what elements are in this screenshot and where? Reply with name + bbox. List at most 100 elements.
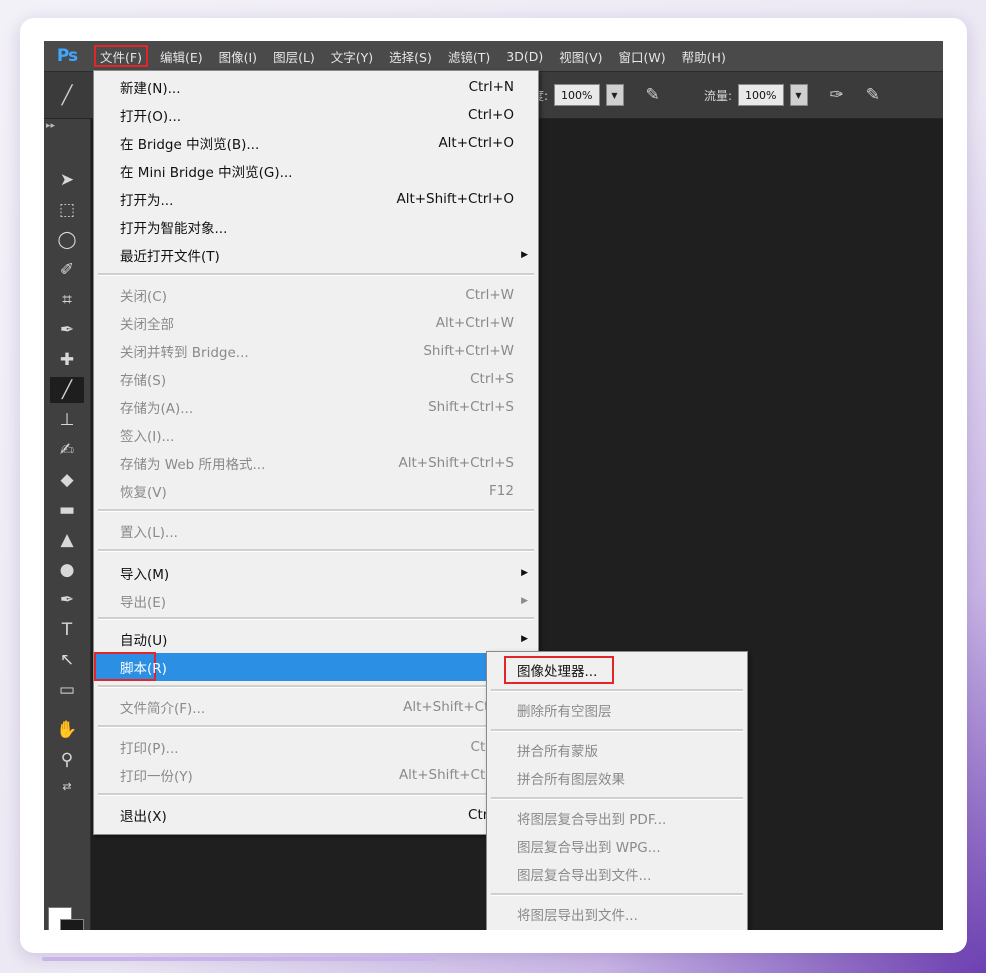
dodge-tool-icon[interactable]: ● [50, 557, 84, 583]
menu-filter[interactable]: 滤镜(T) [440, 41, 498, 71]
submenu-item-comps-to-files[interactable]: 图层复合导出到文件... [487, 860, 747, 888]
pen-tool-icon[interactable]: ✒ [50, 587, 84, 613]
type-tool-icon[interactable]: T [50, 617, 84, 643]
menu-item-automate[interactable]: 自动(U) ▶ [94, 625, 538, 653]
menu-file[interactable]: 文件(F) [90, 41, 152, 71]
menu-item-browse-bridge[interactable]: 在 Bridge 中浏览(B)... Alt+Ctrl+O [94, 129, 538, 157]
menu-window[interactable]: 窗口(W) [611, 41, 674, 71]
flow-label: 流量: [704, 88, 733, 103]
menu-item-label: 打开(O)... [120, 109, 182, 125]
menu-item-export[interactable]: 导出(E) ▶ [94, 587, 538, 615]
menu-edit[interactable]: 编辑(E) [152, 41, 211, 71]
clone-stamp-tool-icon[interactable]: ⊥ [50, 407, 84, 433]
submenu-arrow-icon: ▶ [521, 568, 528, 578]
menu-item-new[interactable]: 新建(N)... Ctrl+N [94, 73, 538, 101]
crop-tool-icon[interactable]: ⌗ [50, 287, 84, 313]
background-color-swatch[interactable] [60, 919, 84, 930]
menu-item-close-go-bridge[interactable]: 关闭并转到 Bridge... Shift+Ctrl+W [94, 337, 538, 365]
menu-3d[interactable]: 3D(D) [498, 41, 551, 71]
gradient-tool-icon[interactable]: ▬ [50, 497, 84, 523]
opacity-dropdown-icon[interactable]: ▼ [605, 84, 624, 106]
menu-item-import[interactable]: 导入(M) ▶ [94, 559, 538, 587]
menu-item-file-info[interactable]: 文件简介(F)... Alt+Shift+Ctrl+I [94, 693, 538, 721]
quick-select-tool-icon[interactable]: ✐ [50, 257, 84, 283]
submenu-item-comps-to-pdf[interactable]: 将图层复合导出到 PDF... [487, 804, 747, 832]
marquee-tool-icon[interactable]: ⬚ [50, 197, 84, 223]
menu-item-shortcut: F12 [489, 483, 514, 499]
menu-type[interactable]: 文字(Y) [323, 41, 381, 71]
submenu-item-label: 拼合所有图层效果 [517, 772, 625, 788]
submenu-item-layers-to-files[interactable]: 将图层导出到文件... [487, 900, 747, 928]
menu-item-print-one[interactable]: 打印一份(Y) Alt+Shift+Ctrl+P [94, 761, 538, 789]
menu-select[interactable]: 选择(S) [381, 41, 440, 71]
zoom-tool-icon[interactable]: ⚲ [50, 747, 84, 773]
menu-layer[interactable]: 图层(L) [265, 41, 323, 71]
panel-grip-icon[interactable]: ▸▸ [46, 121, 55, 131]
menu-item-shortcut: Alt+Ctrl+W [435, 315, 514, 331]
submenu-item-label: 将图层导出到文件... [517, 908, 638, 924]
submenu-item-delete-empty-layers[interactable]: 删除所有空图层 [487, 696, 747, 724]
menu-item-label: 置入(L)... [120, 525, 178, 541]
menu-item-label: 打印(P)... [120, 741, 179, 757]
eyedropper-tool-icon[interactable]: ✒ [50, 317, 84, 343]
menu-view[interactable]: 视图(V) [551, 41, 610, 71]
flow-dropdown-icon[interactable]: ▼ [789, 84, 808, 106]
submenu-item-flatten-effects[interactable]: 拼合所有图层效果 [487, 764, 747, 792]
menu-separator [98, 725, 534, 728]
pressure-icon[interactable]: ✎ [646, 85, 660, 105]
menu-item-open-as[interactable]: 打开为... Alt+Shift+Ctrl+O [94, 185, 538, 213]
menu-item-close-all[interactable]: 关闭全部 Alt+Ctrl+W [94, 309, 538, 337]
shape-tool-icon[interactable]: ▭ [50, 677, 84, 703]
menu-item-label: 恢复(V) [120, 485, 167, 501]
menu-item-save-for-web[interactable]: 存储为 Web 所用格式... Alt+Shift+Ctrl+S [94, 449, 538, 477]
menu-item-label: 存储为(A)... [120, 401, 194, 417]
menu-image[interactable]: 图像(I) [211, 41, 265, 71]
lasso-tool-icon[interactable]: ◯ [50, 227, 84, 253]
flow-field[interactable]: 100% [738, 84, 784, 106]
menu-item-save-as[interactable]: 存储为(A)... Shift+Ctrl+S [94, 393, 538, 421]
menu-item-label: 打印一份(Y) [120, 769, 193, 785]
opacity-field[interactable]: 100% [554, 84, 600, 106]
hand-tool-icon[interactable]: ✋ [50, 717, 84, 743]
menu-item-open-smart-object[interactable]: 打开为智能对象... [94, 213, 538, 241]
menu-separator [98, 549, 534, 552]
submenu-item-comps-to-wpg[interactable]: 图层复合导出到 WPG... [487, 832, 747, 860]
menu-separator [491, 689, 743, 692]
menu-item-shortcut: Ctrl+N [468, 79, 514, 95]
menu-item-check-in[interactable]: 签入(I)... [94, 421, 538, 449]
submenu-item-image-processor[interactable]: 图像处理器... [487, 656, 747, 684]
menu-item-exit[interactable]: 退出(X) Ctrl+Q [94, 801, 538, 829]
menu-item-browse-mini-bridge[interactable]: 在 Mini Bridge 中浏览(G)... [94, 157, 538, 185]
eraser-tool-icon[interactable]: ◆ [50, 467, 84, 493]
menu-help[interactable]: 帮助(H) [674, 41, 734, 71]
scripts-submenu: 图像处理器... 删除所有空图层 拼合所有蒙版 拼合所有图层效果 将图层复合导出… [486, 651, 748, 930]
path-selection-tool-icon[interactable]: ↖ [50, 647, 84, 673]
menu-item-recent[interactable]: 最近打开文件(T) ▶ [94, 241, 538, 269]
brush-tool-icon[interactable]: ╱ [50, 377, 84, 403]
menu-item-label: 关闭并转到 Bridge... [120, 345, 249, 361]
tools-panel: ▸▸ ➤ ⬚ ◯ ✐ ⌗ ✒ ✚ ╱ ⊥ ✍ ◆ ▬ ▲ ● ✒ T ↖ ▭ ✋… [44, 119, 91, 930]
airbrush-icon[interactable]: ✑ [830, 85, 844, 105]
photoshop-window: Ps 文件(F) 编辑(E) 图像(I) 图层(L) 文字(Y) 选择(S) 滤… [44, 41, 943, 930]
menu-separator [491, 893, 743, 896]
blur-tool-icon[interactable]: ▲ [50, 527, 84, 553]
menu-item-print[interactable]: 打印(P)... Ctrl+P [94, 733, 538, 761]
menu-item-shortcut: Ctrl+O [468, 107, 514, 123]
menu-item-scripts[interactable]: 脚本(R) ▶ [94, 652, 538, 681]
move-tool-icon[interactable]: ➤ [50, 167, 84, 193]
menu-item-shortcut: Shift+Ctrl+S [428, 399, 514, 415]
menu-item-revert[interactable]: 恢复(V) F12 [94, 477, 538, 505]
menu-item-save[interactable]: 存储(S) Ctrl+S [94, 365, 538, 393]
menu-item-open[interactable]: 打开(O)... Ctrl+O [94, 101, 538, 129]
tablet-pressure-icon[interactable]: ✎ [866, 85, 880, 105]
menu-item-place[interactable]: 置入(L)... [94, 517, 538, 545]
brush-icon[interactable]: ╱ [44, 72, 90, 118]
healing-brush-tool-icon[interactable]: ✚ [50, 347, 84, 373]
history-brush-tool-icon[interactable]: ✍ [50, 437, 84, 463]
menu-item-label: 新建(N)... [120, 81, 181, 97]
swap-colors-icon[interactable]: ⇄ [50, 773, 84, 799]
menu-item-close[interactable]: 关闭(C) Ctrl+W [94, 281, 538, 309]
menu-item-label: 导入(M) [120, 567, 170, 583]
menu-separator [98, 509, 534, 512]
submenu-item-flatten-masks[interactable]: 拼合所有蒙版 [487, 736, 747, 764]
